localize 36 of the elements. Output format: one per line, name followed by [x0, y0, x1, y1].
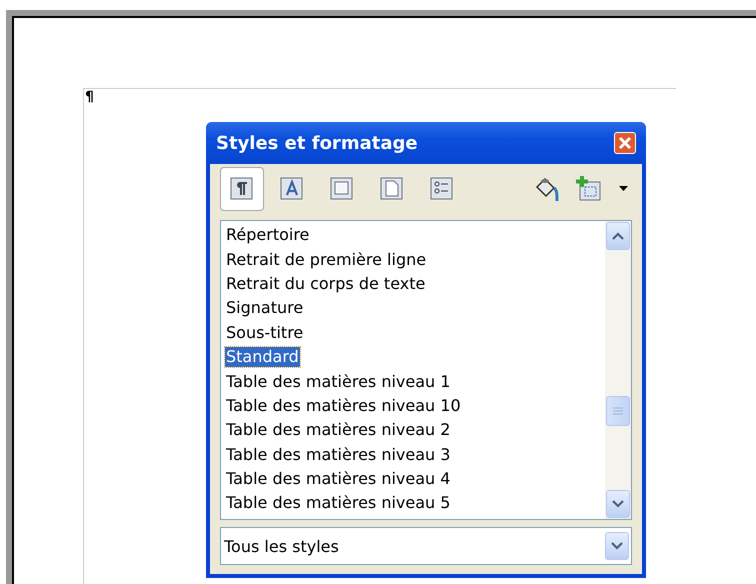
style-item[interactable]: Table des matières niveau 5 [225, 493, 452, 514]
style-item[interactable]: Table des matières niveau 1 [225, 372, 452, 392]
style-item[interactable]: Table des matières niveau 4 [225, 469, 452, 490]
chevron-down-icon [612, 500, 624, 508]
dropdown-button[interactable] [605, 532, 629, 560]
list-styles-icon [429, 176, 455, 202]
grip-icon [613, 407, 623, 415]
scroll-up-button[interactable] [606, 222, 630, 250]
scroll-thumb[interactable] [606, 396, 630, 426]
style-item[interactable]: Répertoire [225, 225, 310, 246]
close-icon [618, 136, 632, 150]
style-item[interactable]: Signature [225, 298, 304, 318]
paragraph-mark: ¶ [85, 90, 94, 104]
style-item[interactable]: Table des matières niveau 3 [225, 444, 452, 465]
scroll-down-button[interactable] [606, 490, 630, 518]
style-item[interactable]: Table des matières niveau 2 [225, 420, 452, 440]
paint-bucket-icon [533, 175, 561, 203]
style-item[interactable]: Retrait de première ligne [225, 250, 428, 270]
new-style-icon [575, 175, 603, 203]
style-item[interactable]: Retrait du corps de texte [225, 274, 426, 294]
frame-styles-icon [329, 176, 355, 202]
close-button[interactable] [614, 132, 636, 154]
paragraph-styles-icon [229, 176, 255, 202]
scrollbar[interactable] [605, 221, 631, 519]
character-styles-icon [279, 176, 305, 202]
style-filter-dropdown[interactable]: Tous les styles [220, 527, 632, 565]
style-item[interactable]: Sous-titre [225, 322, 304, 343]
dropdown-value: Tous les styles [224, 536, 340, 556]
caret-icon [619, 186, 628, 192]
window-title: Styles et formatage [216, 132, 419, 154]
style-item[interactable]: Table des matières niveau 10 [225, 396, 462, 416]
page-styles-icon [379, 176, 405, 202]
chevron-down-icon [611, 542, 623, 550]
style-family-button[interactable] [220, 167, 264, 211]
chevron-up-icon [612, 232, 624, 240]
style-item[interactable]: Standard [225, 347, 300, 368]
